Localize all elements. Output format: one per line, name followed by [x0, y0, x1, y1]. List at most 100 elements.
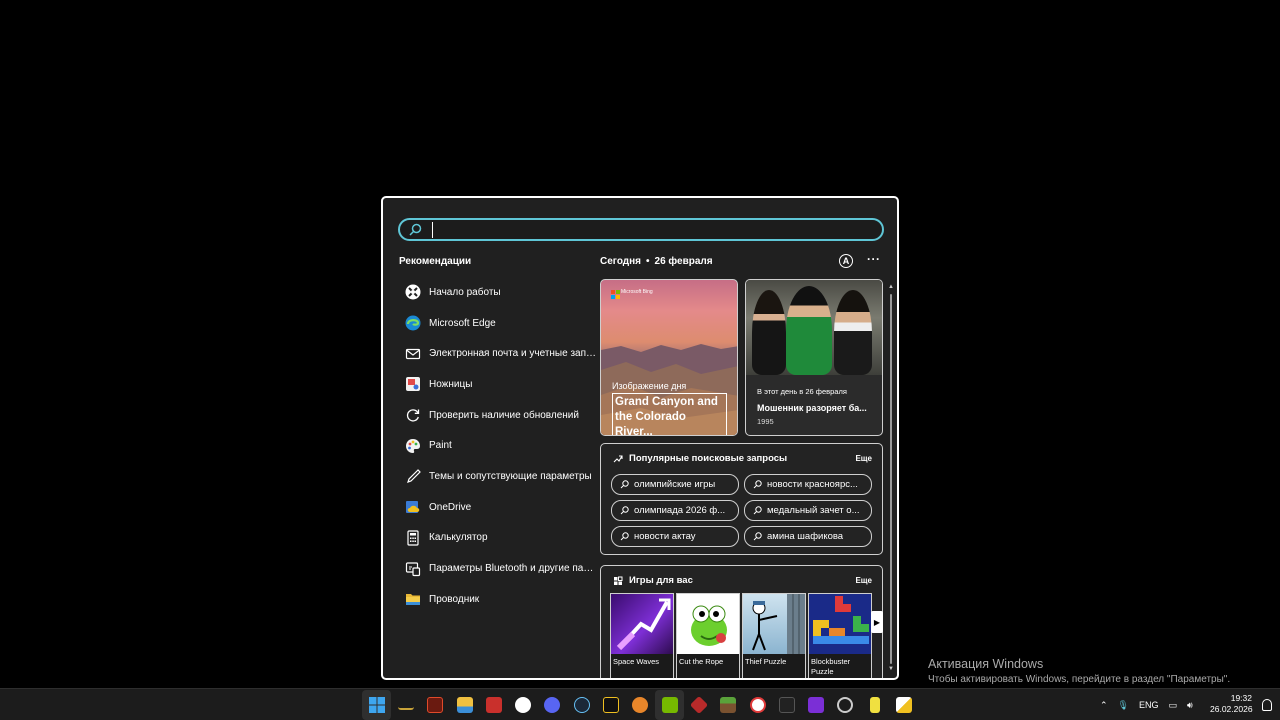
- taskbar-app[interactable]: [567, 690, 596, 720]
- network-icon[interactable]: ▭: [1169, 700, 1178, 711]
- taskbar-app[interactable]: [743, 690, 772, 720]
- rec-item-check-updates[interactable]: Проверить наличие обновлений: [397, 400, 597, 431]
- chevron-right-icon[interactable]: ▶: [871, 611, 883, 633]
- rec-item-onedrive[interactable]: OneDrive: [397, 492, 597, 523]
- game-name: Cut the Rope: [679, 657, 724, 666]
- search-icon: [753, 532, 762, 541]
- scrollbar[interactable]: ▲ ▼: [888, 284, 894, 676]
- on-this-day-card[interactable]: В этот день в 26 февраля Мошенник разоря…: [745, 279, 883, 436]
- games-more-link[interactable]: Еще: [855, 576, 872, 585]
- search-input[interactable]: [432, 222, 862, 238]
- rec-item-bluetooth[interactable]: Параметры Bluetooth и другие пара...: [397, 553, 597, 584]
- search-chip[interactable]: олимпиада 2026 ф...: [611, 500, 739, 521]
- onedrive-icon: [405, 499, 421, 515]
- search-chip-label: медальный зачет о...: [767, 505, 860, 516]
- rec-item-label: Калькулятор: [429, 532, 488, 544]
- rec-item-label: Проводник: [429, 593, 480, 605]
- games-title: Игры для вас: [629, 575, 693, 586]
- search-icon: [620, 532, 629, 541]
- search-box[interactable]: [398, 218, 884, 241]
- game-art: [743, 594, 805, 654]
- app-circle-icon: [837, 697, 854, 713]
- scroll-up-icon[interactable]: ▲: [888, 284, 894, 290]
- games-box: Игры для вас Еще Space Waves Cut the Rop…: [600, 565, 883, 678]
- taskbar-app[interactable]: [479, 690, 508, 720]
- game-name: Thief Puzzle: [745, 657, 787, 666]
- rec-item-label: Параметры Bluetooth и другие пара...: [429, 563, 597, 575]
- nvidia-icon: [661, 697, 678, 713]
- on-this-day-year: 1995: [757, 417, 774, 426]
- game-card[interactable]: Blockbuster Puzzle: [808, 593, 872, 678]
- clock[interactable]: 19:32 26.02.2026: [1210, 693, 1253, 715]
- taskbar-app[interactable]: [684, 690, 713, 720]
- rec-item-edge[interactable]: Microsoft Edge: [397, 308, 597, 339]
- snipping-tool-icon: [405, 376, 421, 392]
- taskbar-app[interactable]: [538, 690, 567, 720]
- on-this-day-caption: В этот день в 26 февраля: [757, 387, 847, 396]
- game-card[interactable]: Space Waves: [610, 593, 674, 678]
- language-indicator[interactable]: ENG: [1139, 700, 1159, 710]
- taskbar-app[interactable]: [596, 690, 625, 720]
- trending-icon: [613, 454, 623, 462]
- image-of-day-label: Изображение дня: [612, 381, 687, 391]
- taskbar-app[interactable]: [654, 690, 685, 720]
- taskbar-app[interactable]: [772, 690, 801, 720]
- game-card[interactable]: Thief Puzzle: [742, 593, 806, 678]
- rec-item-themes[interactable]: Темы и сопутствующие параметры: [397, 461, 597, 492]
- search-chip[interactable]: медальный зачет о...: [744, 500, 872, 521]
- taskbar-app[interactable]: [508, 690, 537, 720]
- volume-icon[interactable]: 🔊︎: [1187, 700, 1193, 711]
- taskbar-app[interactable]: [860, 690, 889, 720]
- search-chip-label: амина шафикова: [767, 531, 844, 542]
- taskbar-app[interactable]: [421, 690, 450, 720]
- rec-item-explorer[interactable]: Проводник: [397, 584, 597, 615]
- rec-item-label: Проверить наличие обновлений: [429, 409, 579, 421]
- app-kj-icon: [427, 697, 444, 713]
- search-chip-label: новости красноярс...: [767, 479, 858, 490]
- rec-item-paint[interactable]: Paint: [397, 430, 597, 461]
- search-chip[interactable]: олимпийские игры: [611, 474, 739, 495]
- search-icon: [753, 506, 762, 515]
- on-this-day-headline[interactable]: Мошенник разоряет ба...: [757, 403, 867, 413]
- folder-icon: [456, 697, 473, 713]
- scroll-down-icon[interactable]: ▼: [888, 666, 894, 672]
- start-button[interactable]: [362, 690, 392, 720]
- rec-item-snipping-tool[interactable]: Ножницы: [397, 369, 597, 400]
- discord-icon: [544, 697, 561, 713]
- taskbar-app[interactable]: [626, 690, 655, 720]
- rec-item-calculator[interactable]: Калькулятор: [397, 523, 597, 554]
- taskbar-app[interactable]: [801, 690, 830, 720]
- taskbar-app[interactable]: [714, 690, 743, 720]
- popular-more-link[interactable]: Еще: [855, 454, 872, 463]
- search-chip[interactable]: новости красноярс...: [744, 474, 872, 495]
- search-chip[interactable]: амина шафикова: [744, 526, 872, 547]
- microphone-icon[interactable]: 🎙︎: [1118, 700, 1129, 711]
- search-chip[interactable]: новости актау: [611, 526, 739, 547]
- image-of-day-title[interactable]: Grand Canyon and the Colorado River...: [612, 393, 727, 435]
- today-header: Сегодня • 26 февраля: [600, 256, 713, 267]
- popular-chips: олимпийские игры новости красноярс... ол…: [611, 474, 872, 547]
- taskbar-app[interactable]: [889, 690, 918, 720]
- microsoft-logo-icon: [611, 290, 620, 299]
- rec-item-mail[interactable]: Электронная почта и учетные записи: [397, 338, 597, 369]
- taskbar-app[interactable]: [450, 690, 479, 720]
- yandex-icon: [749, 697, 766, 713]
- taskbar-app[interactable]: [831, 690, 860, 720]
- activation-watermark: Активация Windows Чтобы активировать Win…: [928, 657, 1230, 685]
- notification-bell-icon[interactable]: [1262, 699, 1272, 711]
- chevron-up-icon[interactable]: ⌃: [1100, 700, 1108, 711]
- scrollbar-thumb[interactable]: [890, 294, 892, 664]
- app-dash-icon: [397, 701, 414, 710]
- account-icon[interactable]: A: [839, 254, 853, 268]
- more-options-icon[interactable]: ···: [867, 252, 881, 266]
- steam-icon: [573, 697, 590, 713]
- game-card[interactable]: Cut the Rope: [676, 593, 740, 678]
- search-panel: Рекомендации Начало работы Microsoft Edg…: [381, 196, 899, 680]
- themes-icon: [405, 468, 421, 484]
- rec-item-get-started[interactable]: Начало работы: [397, 277, 597, 308]
- windows-icon: [368, 697, 385, 713]
- search-chip-label: новости актау: [634, 531, 696, 542]
- taskbar-app[interactable]: [391, 690, 420, 720]
- popular-searches-title: Популярные поисковые запросы: [629, 453, 788, 464]
- image-of-day-card[interactable]: Microsoft Bing Изображение дня Grand Can…: [600, 279, 738, 436]
